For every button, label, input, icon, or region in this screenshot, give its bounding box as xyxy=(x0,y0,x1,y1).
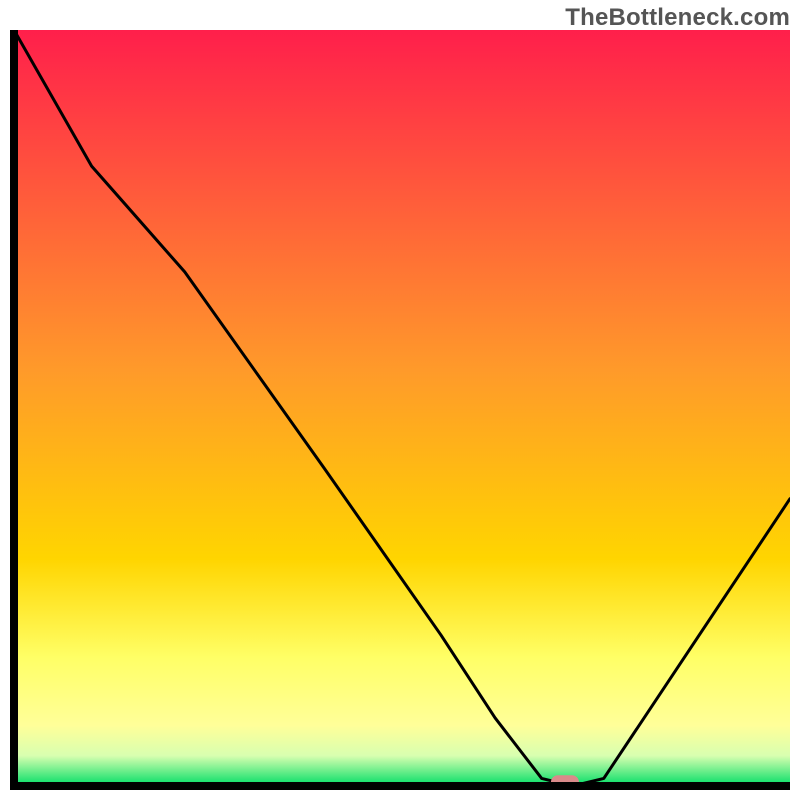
bottleneck-chart xyxy=(10,30,790,790)
watermark-text: TheBottleneck.com xyxy=(565,4,790,32)
chart-container: TheBottleneck.com xyxy=(0,0,800,800)
chart-svg xyxy=(10,30,790,790)
